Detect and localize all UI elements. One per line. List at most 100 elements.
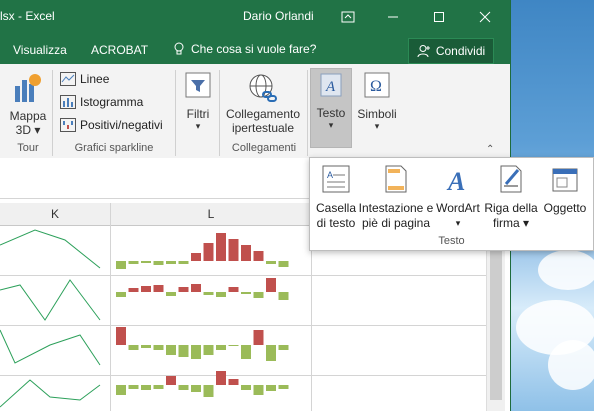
sparkline-line-label: Linee [80,72,110,86]
user-name[interactable]: Dario Orlandi [243,9,314,23]
sparkline-bar [191,253,201,261]
map-3d-label-2: 3D ▾ [15,123,41,137]
header-footer-button[interactable]: Intestazione e piè di pagina [358,164,434,231]
hyperlink-label-1: Collegamento [225,107,301,121]
sparkline-bar [166,292,176,296]
hyperlink-globe-icon [249,74,277,102]
tab-visualizza[interactable]: Visualizza [13,43,67,57]
chevron-down-icon: ▾ [195,121,201,131]
sparkline-bar [128,261,139,264]
sparkline-bar [166,261,176,264]
sparkline-bar [278,345,289,350]
hyperlink-button[interactable]: Collegamento ipertestuale [222,72,304,135]
sparkline-bar [253,292,264,298]
signature-line-label-2: firma ▾ [492,216,530,230]
lightbulb-icon [174,42,184,55]
group-label-tour: Tour [17,142,39,154]
group-separator [175,70,176,156]
text-dropdown-panel: A Casella di testo Intestazione e piè di… [309,157,594,251]
ribbon-display-options-icon[interactable] [325,0,371,34]
sparkline-bar [253,330,264,345]
tab-acrobat[interactable]: ACROBAT [91,43,148,57]
sparkline-bar [228,287,239,292]
omega-icon: Ω [364,72,390,98]
svg-text:A: A [446,167,465,194]
sparkline-bar [116,261,126,269]
text-box-icon: A [322,165,350,193]
group-label-text: Testo [438,235,465,247]
header-footer-label-1: Intestazione e [358,201,434,215]
collapse-ribbon-icon[interactable]: ⌃ [486,144,494,155]
share-label: Condividi [435,44,486,58]
sparkline-line-button[interactable]: Linee [60,72,109,86]
signature-line-button[interactable]: Riga della firma ▾ [482,164,540,231]
line-sparkline [0,379,101,408]
window-title: lsx - Excel [0,9,55,23]
maximize-icon[interactable] [416,0,462,34]
object-label: Oggetto [543,201,587,215]
column-header-l[interactable]: L [111,203,311,226]
sparkline-winloss-button[interactable]: Positivi/negativi [60,118,163,132]
map-3d-icon [15,74,41,102]
line-sparkline [0,279,101,321]
minimize-icon[interactable] [370,0,416,34]
line-sparkline [0,229,101,269]
sparkline-bar [141,345,151,348]
header-footer-icon [385,165,407,193]
sparkline-bar [228,239,239,261]
sparkline-bar [128,288,139,292]
sparkline-bar [241,345,251,359]
sparkline-bar [241,385,251,390]
column-sparkline-icon [60,95,76,109]
sparkline-column-label: Istogramma [80,95,144,109]
column-sparklines [116,233,289,397]
column-header-k[interactable]: K [0,203,110,226]
ribbon-tab-bar: Visualizza ACROBAT Che cosa si vuole far… [0,34,510,64]
sparkline-bar [241,245,251,261]
line-sparklines [0,229,101,408]
sparkline-bar [191,284,201,292]
text-box-label-1: Casella [315,201,357,215]
sparkline-bar [228,345,239,346]
group-separator [52,70,53,156]
filter-icon [185,72,211,98]
sparkline-bar [116,385,126,395]
sparkline-bar [178,385,189,390]
map-3d-label-1: Mappa [9,109,47,123]
group-label-links: Collegamenti [231,142,297,154]
hyperlink-label-2: ipertestuale [231,121,295,135]
sparkline-bar [128,345,139,350]
sparkline-bar [141,385,151,390]
sparkline-bar [266,261,276,264]
chevron-down-icon: ▾ [328,120,334,130]
text-button[interactable]: A Testo ▾ [310,68,352,148]
share-button[interactable]: Condividi [408,38,494,64]
wordart-button[interactable]: A WordArt ▾ [434,164,482,231]
text-box-button[interactable]: A Casella di testo [314,164,358,231]
map-3d-button[interactable]: Mappa 3D ▾ [6,72,50,137]
sparkline-column-button[interactable]: Istogramma [60,95,143,109]
sparkline-bar [191,385,201,392]
filters-button[interactable]: Filtri ▾ [180,72,216,132]
line-sparkline-icon [60,72,76,86]
sparkline-bar [253,385,264,395]
text-box-label-2: di testo [316,216,356,230]
svg-text:Ω: Ω [370,78,382,95]
close-icon[interactable] [462,0,508,34]
symbols-button[interactable]: Ω Simboli ▾ [355,72,399,132]
sparkline-bar [141,286,151,292]
tell-me-box[interactable]: Che cosa si vuole fare? [173,42,316,56]
sparkline-bar [253,251,264,261]
sparkline-bar [266,385,276,391]
chevron-down-icon: ▾ [374,121,380,131]
object-button[interactable]: Oggetto [540,164,590,216]
text-a-icon: A [320,73,342,97]
sparkline-bar [203,292,214,295]
sparkline-bar [216,292,226,297]
sparkline-bar [153,261,164,265]
signature-line-label-1: Riga della [484,201,538,215]
cloud [548,340,594,390]
chevron-down-icon: ▾ [455,218,461,228]
title-bar: lsx - Excel Dario Orlandi [0,0,510,34]
person-icon [417,45,430,58]
